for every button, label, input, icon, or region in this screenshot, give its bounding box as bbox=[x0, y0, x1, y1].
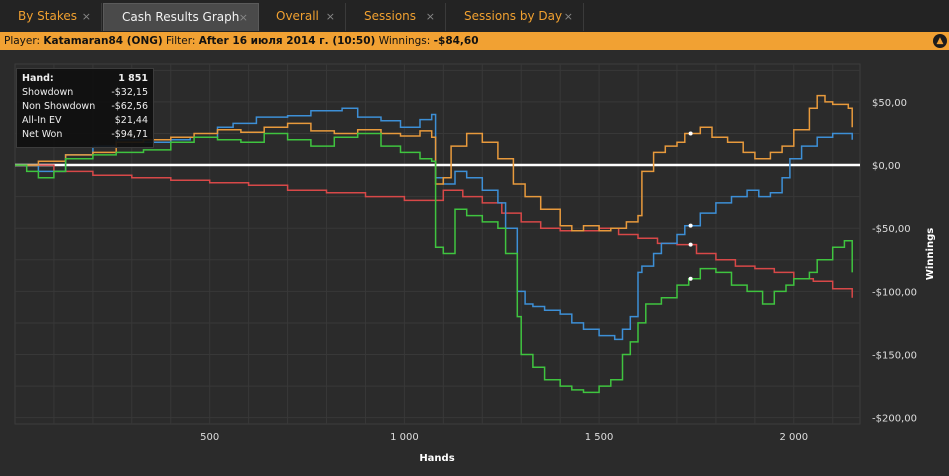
filter-value: After 16 июля 2014 г. (10:50) bbox=[198, 35, 376, 47]
stat-value: -$32,15 bbox=[111, 87, 148, 98]
stat-value: $21,44 bbox=[114, 115, 148, 126]
stat-label: Showdown bbox=[22, 87, 74, 98]
chevron-up-icon[interactable]: ▲ bbox=[933, 34, 947, 48]
player-name: Katamaran84 (ONG) bbox=[43, 35, 163, 47]
cursor-marker bbox=[688, 223, 693, 228]
stat-label: All-In EV bbox=[22, 115, 62, 126]
y-tick-label: -$50,00 bbox=[872, 224, 911, 235]
winnings-label: Winnings: bbox=[378, 35, 431, 47]
cursor-marker bbox=[688, 276, 693, 281]
y-tick-label: $0,00 bbox=[872, 161, 901, 172]
tab-label: Sessions by Day bbox=[464, 9, 563, 23]
tab-label: Cash Results Graph bbox=[122, 10, 240, 24]
stat-showdown: Showdown -$32,15 bbox=[22, 86, 148, 100]
stat-label: Net Won bbox=[22, 129, 63, 140]
close-icon[interactable]: × bbox=[564, 3, 573, 30]
stat-hand: Hand: 1 851 bbox=[22, 72, 148, 86]
y-tick-label: -$100,00 bbox=[872, 287, 917, 298]
tab-bar: By Stakes × Cash Results Graph × Overall… bbox=[0, 0, 949, 33]
hand-stats-tooltip: Hand: 1 851 Showdown -$32,15 Non Showdow… bbox=[16, 68, 154, 148]
close-icon[interactable]: × bbox=[82, 3, 91, 30]
filter-label: Filter: bbox=[166, 35, 196, 47]
close-icon[interactable]: × bbox=[426, 3, 435, 30]
stat-all-in-ev: All-In EV $21,44 bbox=[22, 114, 148, 128]
x-tick-label: 500 bbox=[200, 432, 219, 443]
stat-value: -$94,71 bbox=[111, 129, 148, 140]
stat-value: -$62,56 bbox=[111, 101, 148, 112]
tab-overall[interactable]: Overall × bbox=[258, 3, 346, 31]
cursor-marker bbox=[688, 131, 693, 136]
y-tick-label: $50,00 bbox=[872, 98, 907, 109]
tab-label: By Stakes bbox=[18, 9, 77, 23]
stat-label: Non Showdown bbox=[22, 101, 96, 112]
filter-bar: Player: Katamaran84 (ONG) Filter: After … bbox=[0, 32, 949, 50]
y-tick-label: -$150,00 bbox=[872, 351, 917, 362]
stat-value: 1 851 bbox=[118, 73, 148, 84]
tab-sessions-by-day[interactable]: Sessions by Day × bbox=[446, 3, 584, 31]
x-tick-label: 1 500 bbox=[585, 432, 614, 443]
stat-label: Hand: bbox=[22, 73, 54, 84]
winnings-value: -$84,60 bbox=[433, 35, 479, 47]
y-axis-title: Winnings bbox=[925, 228, 936, 280]
x-axis-title: Hands bbox=[419, 453, 454, 464]
y-tick-label: -$200,00 bbox=[872, 414, 917, 425]
close-icon[interactable]: × bbox=[239, 4, 248, 31]
tab-label: Overall bbox=[276, 9, 319, 23]
cursor-marker bbox=[688, 242, 693, 247]
x-tick-label: 2 000 bbox=[779, 432, 808, 443]
player-label: Player: bbox=[4, 35, 41, 47]
tab-by-stakes[interactable]: By Stakes × bbox=[0, 3, 102, 31]
tab-cash-results-graph[interactable]: Cash Results Graph × bbox=[103, 3, 259, 31]
tab-label: Sessions bbox=[364, 9, 417, 23]
x-tick-label: 1 000 bbox=[390, 432, 419, 443]
stat-net-won: Net Won -$94,71 bbox=[22, 128, 148, 142]
stat-non-showdown: Non Showdown -$62,56 bbox=[22, 100, 148, 114]
tab-sessions[interactable]: Sessions × bbox=[346, 3, 446, 31]
close-icon[interactable]: × bbox=[326, 3, 335, 30]
